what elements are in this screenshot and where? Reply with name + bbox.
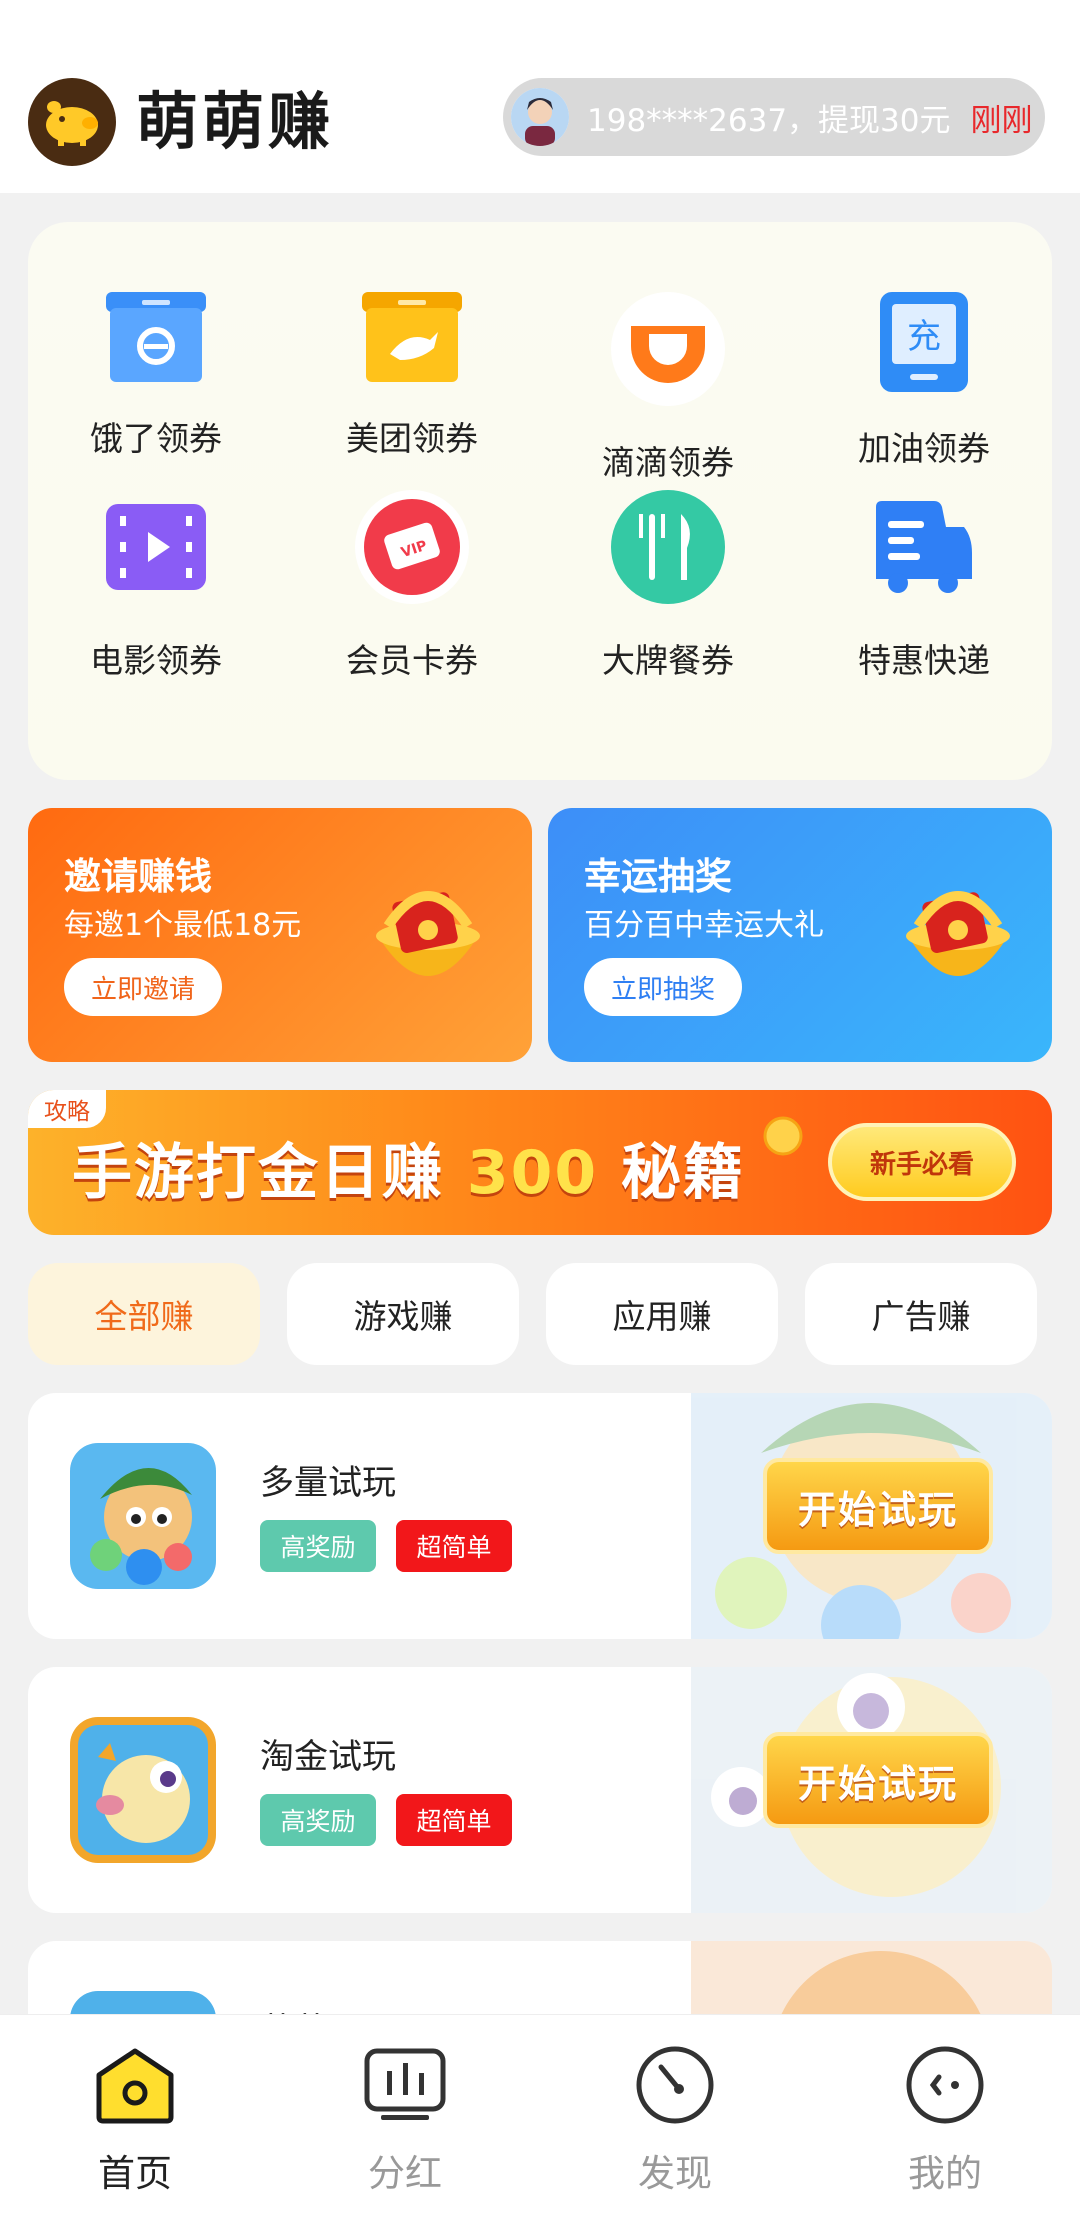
delivery-truck-icon xyxy=(865,488,983,606)
easy-tag: 超简单 xyxy=(396,1520,512,1572)
ticker-time: 刚刚 xyxy=(970,102,1033,139)
banner-title-number: 300 xyxy=(466,1138,599,1208)
vip-ticket-icon: VIP xyxy=(353,488,471,606)
eleme-box-icon xyxy=(97,290,215,384)
coupon-meituan[interactable]: 美团领券 xyxy=(284,222,540,458)
fork-knife-icon xyxy=(609,488,727,606)
coupon-label: 会员卡券 xyxy=(346,641,478,680)
newbie-guide-button[interactable]: 新手必看 xyxy=(828,1123,1016,1201)
compass-icon xyxy=(631,2041,719,2129)
invite-subtitle: 每邀1个最低18元 xyxy=(64,908,302,943)
invite-card[interactable]: 邀请赚钱 每邀1个最低18元 立即邀请 xyxy=(28,808,532,1062)
filter-ad[interactable]: 广告赚 xyxy=(805,1263,1037,1365)
red-envelope-icon xyxy=(376,891,480,976)
banner-title-text: 手游打金日赚 xyxy=(72,1138,467,1208)
invite-button[interactable]: 立即邀请 xyxy=(64,958,222,1016)
game-icon xyxy=(70,1443,216,1589)
coupon-label: 电影领券 xyxy=(90,641,222,680)
movie-icon xyxy=(97,488,215,606)
recharge-icon: 充 xyxy=(865,290,983,394)
strategy-banner[interactable]: 攻略 手游打金日赚 300 秘籍 新手必看 xyxy=(28,1090,1052,1235)
coupon-express[interactable]: 特惠快递 xyxy=(796,458,1052,688)
coupon-label: 大牌餐券 xyxy=(602,641,734,680)
lottery-subtitle: 百分百中幸运大礼 xyxy=(584,908,824,943)
banner-title-text: 秘籍 xyxy=(598,1138,746,1208)
pig-logo-icon xyxy=(28,78,116,166)
easy-tag: 超简单 xyxy=(396,1794,512,1846)
coin-icon xyxy=(763,1116,803,1156)
top-header: 萌萌赚 198****2637，提现30元 刚刚 xyxy=(0,0,1080,193)
coupon-recharge[interactable]: 充 加油领券 xyxy=(796,222,1052,468)
start-trial-button[interactable]: 开始试玩 xyxy=(763,1732,993,1828)
tab-label: 首页 xyxy=(98,2152,172,2195)
tab-label: 我的 xyxy=(908,2152,982,2195)
bottom-tab-bar: 首页 分红 发现 我的 xyxy=(0,2014,1080,2240)
tab-discover[interactable]: 发现 xyxy=(540,2041,810,2221)
high-reward-tag: 高奖励 xyxy=(260,1794,376,1846)
coupon-movie[interactable]: 电影领券 xyxy=(28,458,284,688)
tab-mine[interactable]: 我的 xyxy=(810,2041,1080,2221)
coupon-didi[interactable]: 滴滴领券 xyxy=(540,222,796,482)
avatar xyxy=(511,88,569,146)
task-name: 淘金试玩 xyxy=(260,1737,396,1777)
banner-title: 手游打金日赚 300 秘籍 xyxy=(72,1124,745,1211)
start-trial-button[interactable]: 开始试玩 xyxy=(763,1458,993,1554)
ticker-text: 198****2637，提现30元 xyxy=(587,102,951,139)
game-icon xyxy=(70,1717,216,1863)
coupon-vip[interactable]: VIP 会员卡券 xyxy=(284,458,540,688)
tab-label: 发现 xyxy=(638,2152,712,2195)
didi-icon xyxy=(609,290,727,408)
high-reward-tag: 高奖励 xyxy=(260,1520,376,1572)
task-name: 多量试玩 xyxy=(260,1463,396,1503)
home-icon xyxy=(91,2041,179,2129)
filter-game[interactable]: 游戏赚 xyxy=(287,1263,519,1365)
lottery-card[interactable]: 幸运抽奖 百分百中幸运大礼 立即抽奖 xyxy=(548,808,1052,1062)
meituan-kangaroo-icon xyxy=(353,290,471,384)
filter-app[interactable]: 应用赚 xyxy=(546,1263,778,1365)
withdraw-ticker[interactable]: 198****2637，提现30元 刚刚 xyxy=(503,78,1045,156)
invite-title: 邀请赚钱 xyxy=(64,855,212,898)
tab-home[interactable]: 首页 xyxy=(0,2041,270,2221)
coupon-label: 饿了领券 xyxy=(90,419,222,458)
coupon-restaurant[interactable]: 大牌餐券 xyxy=(540,458,796,688)
filter-all[interactable]: 全部赚 xyxy=(28,1263,260,1365)
red-envelope-icon xyxy=(906,891,1010,976)
svg-text:充: 充 xyxy=(907,317,941,357)
coupon-grid: 饿了领券 美团领券 滴滴领券 充 加油领券 电影领券 VIP 会员卡券 大牌餐券 xyxy=(28,222,1052,780)
tab-dividend[interactable]: 分红 xyxy=(270,2041,540,2221)
task-item[interactable]: 淘金试玩 高奖励 超简单 开始试玩 xyxy=(28,1667,1052,1913)
coupon-eleme[interactable]: 饿了领券 xyxy=(28,222,284,458)
lottery-button[interactable]: 立即抽奖 xyxy=(584,958,742,1016)
task-item[interactable]: 多量试玩 高奖励 超简单 开始试玩 xyxy=(28,1393,1052,1639)
coupon-label: 特惠快递 xyxy=(858,641,990,680)
dividend-chart-icon xyxy=(361,2041,449,2129)
tab-label: 分红 xyxy=(368,2152,442,2195)
profile-face-icon xyxy=(901,2041,989,2129)
banner-tag: 攻略 xyxy=(28,1090,106,1128)
app-title: 萌萌赚 xyxy=(136,85,335,158)
coupon-label: 美团领券 xyxy=(346,419,478,458)
lottery-title: 幸运抽奖 xyxy=(584,855,732,898)
